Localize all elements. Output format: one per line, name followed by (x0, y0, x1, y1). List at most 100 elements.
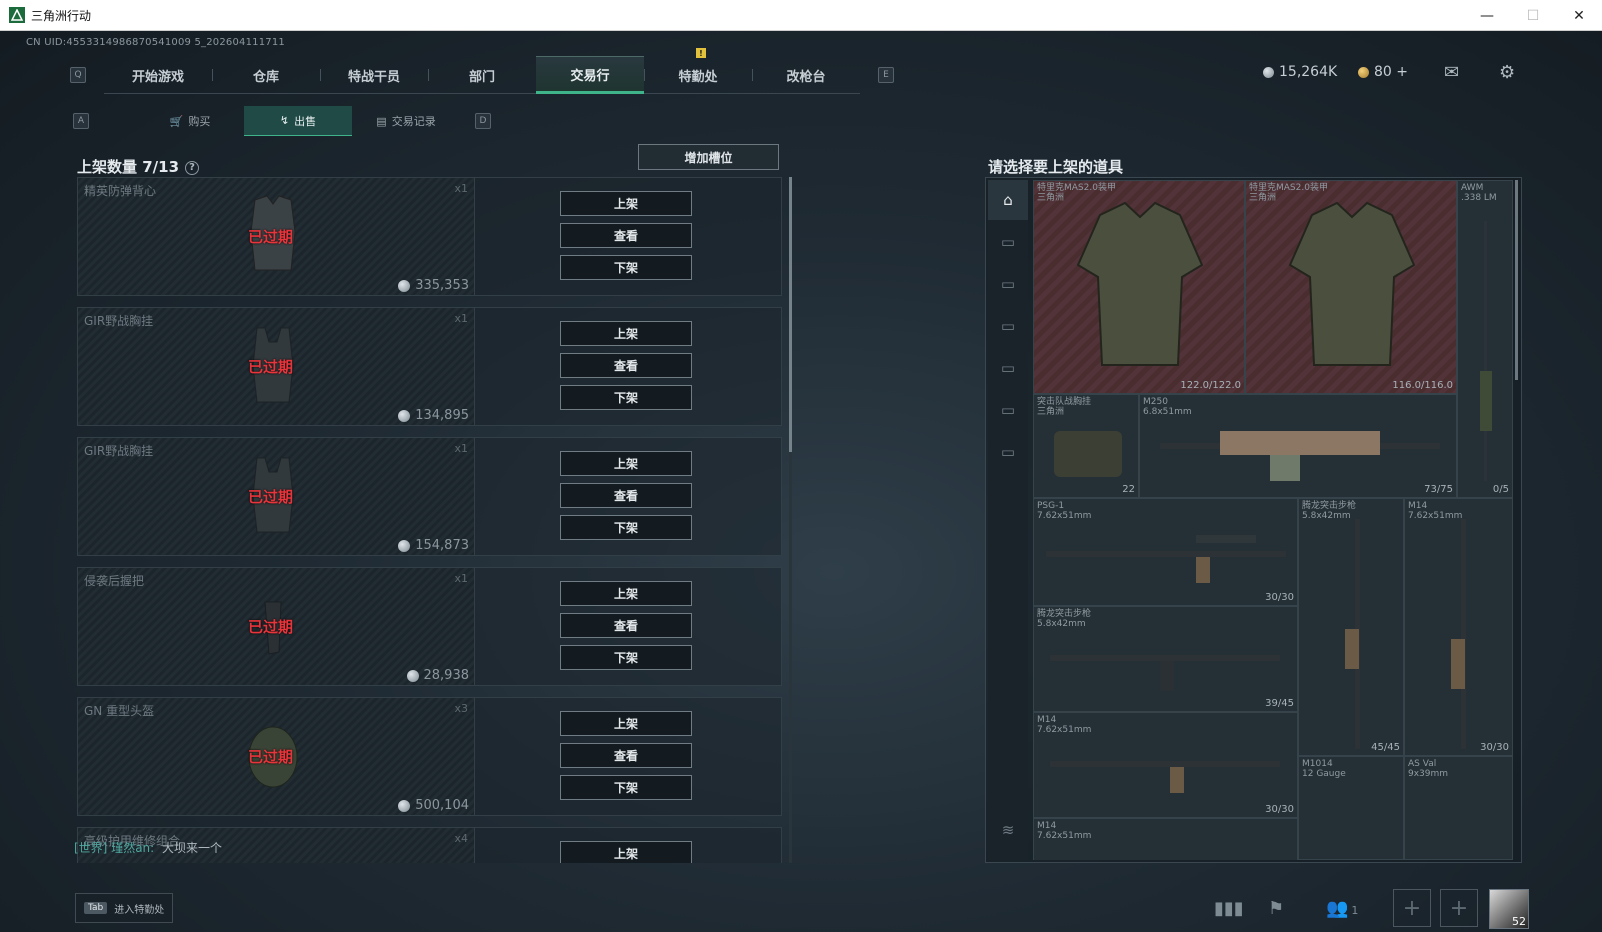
delist-button[interactable]: 下架 (560, 645, 692, 670)
tab-department[interactable]: 部门 (428, 56, 536, 94)
inventory-item[interactable]: PSG-1 7.62x51mm 30/30 (1033, 498, 1298, 606)
relist-button[interactable]: 上架 (560, 451, 692, 476)
chat-channel: [世界] (74, 841, 108, 855)
delist-button[interactable]: 下架 (560, 385, 692, 410)
subtab-sell-label: 出售 (294, 114, 317, 128)
item-name: GIR野战胸挂 (84, 444, 154, 458)
view-button[interactable]: 查看 (560, 483, 692, 508)
rifle-icon (1050, 761, 1280, 793)
add-slot-button[interactable]: 增加槽位 (638, 144, 779, 170)
stats-chart-icon[interactable]: ▮▮▮ (1214, 898, 1244, 919)
item-thumbnail[interactable]: GN 重型头盔 x3 已过期 500,104 (78, 698, 475, 815)
item-name: GIR野战胸挂 (84, 314, 154, 328)
listing-scrollbar[interactable] (789, 177, 792, 452)
item-ammo: 39/45 (1265, 698, 1294, 709)
rifle-icon (1451, 519, 1466, 749)
subnav-prev-key[interactable]: A (73, 113, 89, 129)
item-thumbnail[interactable]: 侵袭后握把 x1 已过期 28,938 (78, 568, 475, 685)
relist-button[interactable]: 上架 (560, 191, 692, 216)
item-thumbnail[interactable]: GIR野战胸挂 x1 已过期 154,873 (78, 438, 475, 555)
view-button[interactable]: 查看 (560, 743, 692, 768)
relist-button[interactable]: 上架 (560, 711, 692, 736)
player-avatar[interactable]: 52 (1489, 889, 1529, 929)
world-chat-line[interactable]: [世界] 瑾然an: 大坝来一个 (74, 839, 222, 856)
inventory-item[interactable]: M14 7.62x51mm 30/30 (1033, 712, 1298, 818)
gold-currency[interactable]: 80 + (1358, 64, 1408, 80)
subtab-buy[interactable]: 🛒 购买 (136, 106, 244, 136)
inventory-item[interactable]: AWM .338 LM 0/5 (1457, 180, 1513, 498)
chest-rig-icon (1054, 431, 1122, 477)
tab-keycap: Tab (84, 902, 108, 914)
tab-gunsmith[interactable]: 改枪台 (752, 56, 860, 94)
delist-button[interactable]: 下架 (560, 255, 692, 280)
body-armor-icon (1076, 201, 1204, 366)
nav-prev-key[interactable]: Q (70, 67, 86, 83)
relist-button[interactable]: 上架 (560, 581, 692, 606)
maximize-button[interactable]: ☐ (1510, 0, 1556, 31)
inventory-item[interactable]: 特里克MAS2.0装甲 三角洲 122.0/122.0 (1033, 180, 1245, 394)
main-nav: Q 开始游戏 仓库 特战干员 部门 交易行 特勤处 ! 改枪台 E (70, 48, 894, 94)
gold-coin-icon (1358, 66, 1369, 78)
player-uid: CN UID:4553314986870541009 5_20260411171… (26, 37, 285, 48)
close-button[interactable]: ✕ (1556, 0, 1602, 31)
category-armor-icon[interactable]: ▭ (988, 264, 1028, 304)
category-misc-icon[interactable]: ▭ (988, 432, 1028, 472)
category-helmet-icon[interactable]: ▭ (988, 306, 1028, 346)
settings-gear-icon[interactable]: ⚙ (1499, 64, 1521, 82)
subtab-sell[interactable]: ↯ 出售 (244, 106, 352, 136)
inventory-scrollbar[interactable] (1515, 180, 1518, 380)
view-button[interactable]: 查看 (560, 353, 692, 378)
inventory-item[interactable]: 腾龙突击步枪 5.8x42mm 45/45 (1298, 498, 1404, 756)
tab-operators[interactable]: 特战干员 (320, 56, 428, 94)
inventory-item[interactable]: M1014 12 Gauge (1298, 756, 1404, 860)
window-title: 三角洲行动 (31, 8, 92, 23)
item-capacity: 22 (1122, 484, 1135, 495)
expired-status: 已过期 (248, 618, 294, 636)
add-teammate-slot[interactable]: + (1393, 889, 1431, 927)
nav-next-key[interactable]: E (878, 67, 894, 83)
item-thumbnail[interactable]: GIR野战胸挂 x1 已过期 134,895 (78, 308, 475, 425)
inventory-title: 请选择要上架的道具 (988, 158, 1124, 176)
delist-button[interactable]: 下架 (560, 775, 692, 800)
view-button[interactable]: 查看 (560, 613, 692, 638)
category-rig-icon[interactable]: ▭ (988, 348, 1028, 388)
item-thumbnail[interactable]: 精英防弹背心 x1 已过期 335,353 (78, 178, 475, 295)
add-teammate-slot[interactable]: + (1440, 889, 1478, 927)
inventory-item[interactable]: M14 7.62x51mm (1033, 818, 1298, 860)
category-weapons-icon[interactable]: ▭ (988, 222, 1028, 262)
price-value: 335,353 (415, 278, 469, 293)
inventory-item[interactable]: 突击队战胸挂 三角洲 22 (1033, 394, 1139, 498)
item-name: M14 (1037, 821, 1057, 831)
help-icon[interactable]: ? (185, 161, 200, 175)
inventory-item[interactable]: 腾龙突击步枪 5.8x42mm 39/45 (1033, 606, 1298, 712)
category-backpack-icon[interactable]: ▭ (988, 390, 1028, 430)
relist-button[interactable]: 上架 (560, 841, 692, 863)
inventory-grid: 特里克MAS2.0装甲 三角洲 122.0/122.0 特里克MAS2.0装甲 … (1033, 180, 1513, 860)
inventory-item[interactable]: M250 6.8x51mm 73/75 (1139, 394, 1457, 498)
flag-icon[interactable]: ⚑ (1268, 898, 1284, 919)
delist-button[interactable]: 下架 (560, 515, 692, 540)
item-price: 134,895 (398, 408, 469, 423)
item-name: M14 (1037, 715, 1057, 725)
item-name: M250 (1143, 397, 1168, 407)
minimize-button[interactable]: — (1464, 0, 1510, 31)
tab-trading[interactable]: 交易行 (536, 56, 644, 94)
tab-special-ops[interactable]: 特勤处 ! (644, 48, 752, 94)
inventory-item[interactable]: 特里克MAS2.0装甲 三角洲 116.0/116.0 (1245, 180, 1457, 394)
tab-warehouse[interactable]: 仓库 (212, 56, 320, 94)
subnav-next-key[interactable]: D (475, 113, 491, 129)
squad-icon[interactable]: 👥 1 (1326, 898, 1358, 919)
enter-special-ops-button[interactable]: Tab 进入特勤处 (75, 893, 173, 923)
relist-button[interactable]: 上架 (560, 321, 692, 346)
inventory-item[interactable]: M14 7.62x51mm 30/30 (1404, 498, 1513, 756)
inventory-item[interactable]: AS Val 9x39mm (1404, 756, 1513, 860)
mail-icon[interactable]: ✉ (1444, 64, 1466, 82)
view-button[interactable]: 查看 (560, 223, 692, 248)
subtab-history[interactable]: ▤ 交易记录 (352, 106, 460, 136)
layers-icon[interactable]: ≋ (988, 810, 1028, 850)
tab-start-game[interactable]: 开始游戏 (104, 56, 212, 94)
item-ammo: 30/30 (1265, 804, 1294, 815)
category-all-icon[interactable]: ⌂ (988, 180, 1028, 220)
window-titlebar: 三角洲行动 — ☐ ✕ (0, 0, 1602, 31)
listing-row: 侵袭后握把 x1 已过期 28,938 上架 查看 下架 (77, 567, 782, 686)
